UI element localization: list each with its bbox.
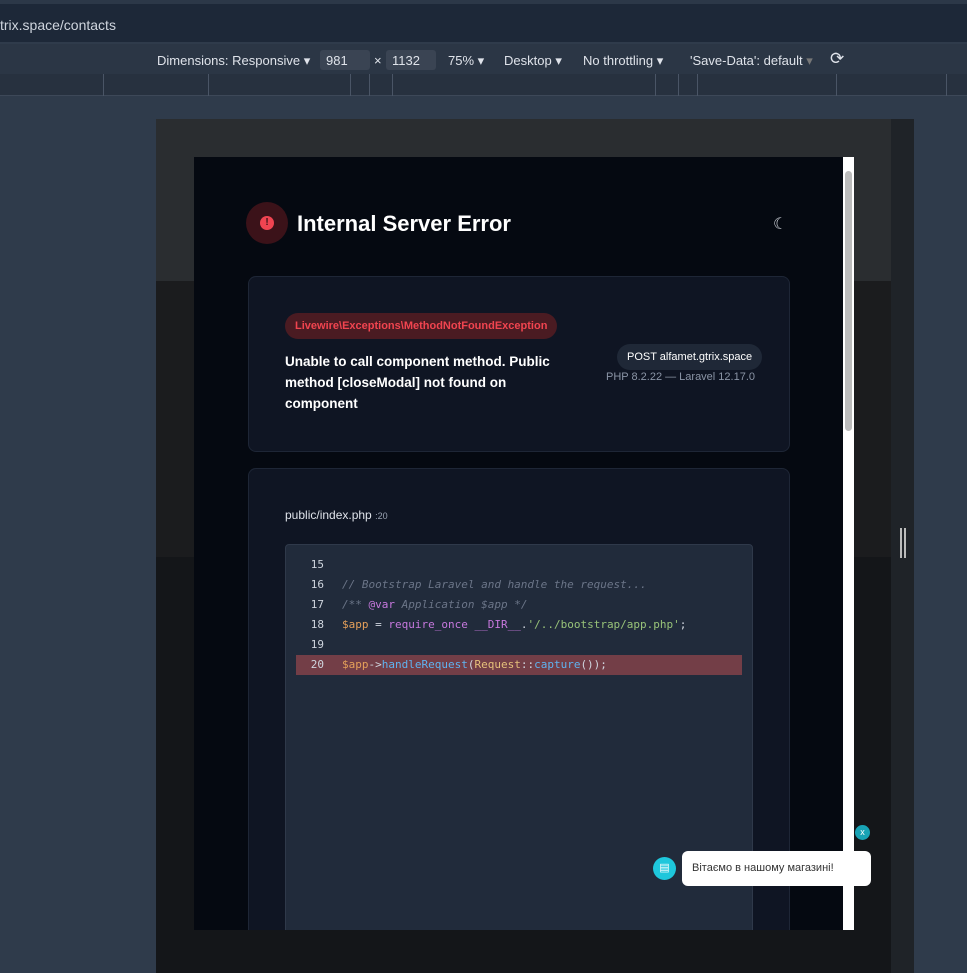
error-icon: ! [246,202,288,244]
frame-file: public/index.php :20 [285,508,388,522]
media-query-bar[interactable] [0,74,967,96]
throttling-label: No throttling [583,53,654,68]
chat-icon[interactable]: ▤ [653,857,676,880]
device-label: Desktop [504,53,552,68]
code-line-highlighted: 20 $app->handleRequest(Request::capture()… [296,655,742,675]
line-number: 19 [310,638,324,651]
code-line: 15 [296,555,742,575]
device-dropdown[interactable]: Desktop ▾ [504,53,562,69]
page-title: Internal Server Error [297,211,511,236]
code-line: 16 // Bootstrap Laravel and handle the re… [296,575,742,595]
code-line: 18 $app = require_once __DIR__.'/../boots… [296,615,742,635]
code-text: // Bootstrap Laravel and handle the requ… [342,578,647,591]
code-line: 19 [296,635,742,655]
times-sign: × [374,53,382,68]
line-number: 15 [310,558,324,571]
request-badge: POST alfamet.gtrix.space [617,344,763,370]
code-text: /** @var Application $app */ [342,598,528,611]
line-number: 16 [310,578,324,591]
chat-greeting[interactable]: Вітаємо в нашому магазині! [682,851,871,886]
exception-message: Unable to call component method. Public … [285,354,550,411]
file-path: public/index.php [285,508,372,522]
width-input[interactable]: 981 [320,50,370,70]
rotate-icon[interactable]: ⟳ [830,49,844,69]
code-line: 17 /** @var Application $app */ [296,595,742,615]
code-text: $app->handleRequest(Request::capture()); [342,658,607,671]
address-bar[interactable]: trix.space/contacts [0,0,967,42]
device-toolbar: Dimensions: Responsive ▾ 981 × 1132 75% … [0,44,967,74]
line-number: 20 [310,658,324,671]
exception-card: Livewire\Exceptions\MethodNotFoundExcept… [248,276,790,452]
line-number: 18 [310,618,324,631]
height-input[interactable]: 1132 [386,50,436,70]
dimensions-dropdown[interactable]: Dimensions: Responsive ▾ [157,53,310,69]
modal-scrollbar[interactable] [843,157,854,930]
version-info: PHP 8.2.22 — Laravel 12.17.0 [606,371,756,383]
save-data-dropdown[interactable]: 'Save-Data': default ▾ [690,53,813,69]
zoom-label: 75% [448,53,475,68]
line-number: 17 [310,598,324,611]
code-text: $app = require_once __DIR__.'/../bootstr… [342,618,687,631]
scrollbar-thumb[interactable] [845,171,852,431]
chat-close-button[interactable]: x [855,825,870,840]
error-modal: ! Internal Server Error ☾ Livewire\Excep… [194,157,843,930]
zoom-dropdown[interactable]: 75% ▾ [448,53,484,69]
throttling-dropdown[interactable]: No throttling ▾ [583,53,663,69]
save-data-label: 'Save-Data': default [690,53,803,68]
moon-icon[interactable]: ☾ [773,214,787,234]
url-text[interactable]: trix.space/contacts [0,17,116,33]
dimensions-label: Dimensions: Responsive [157,53,301,68]
exception-badge: Livewire\Exceptions\MethodNotFoundExcept… [285,313,558,339]
line-number: :20 [375,511,388,521]
resize-handle[interactable] [900,528,906,558]
